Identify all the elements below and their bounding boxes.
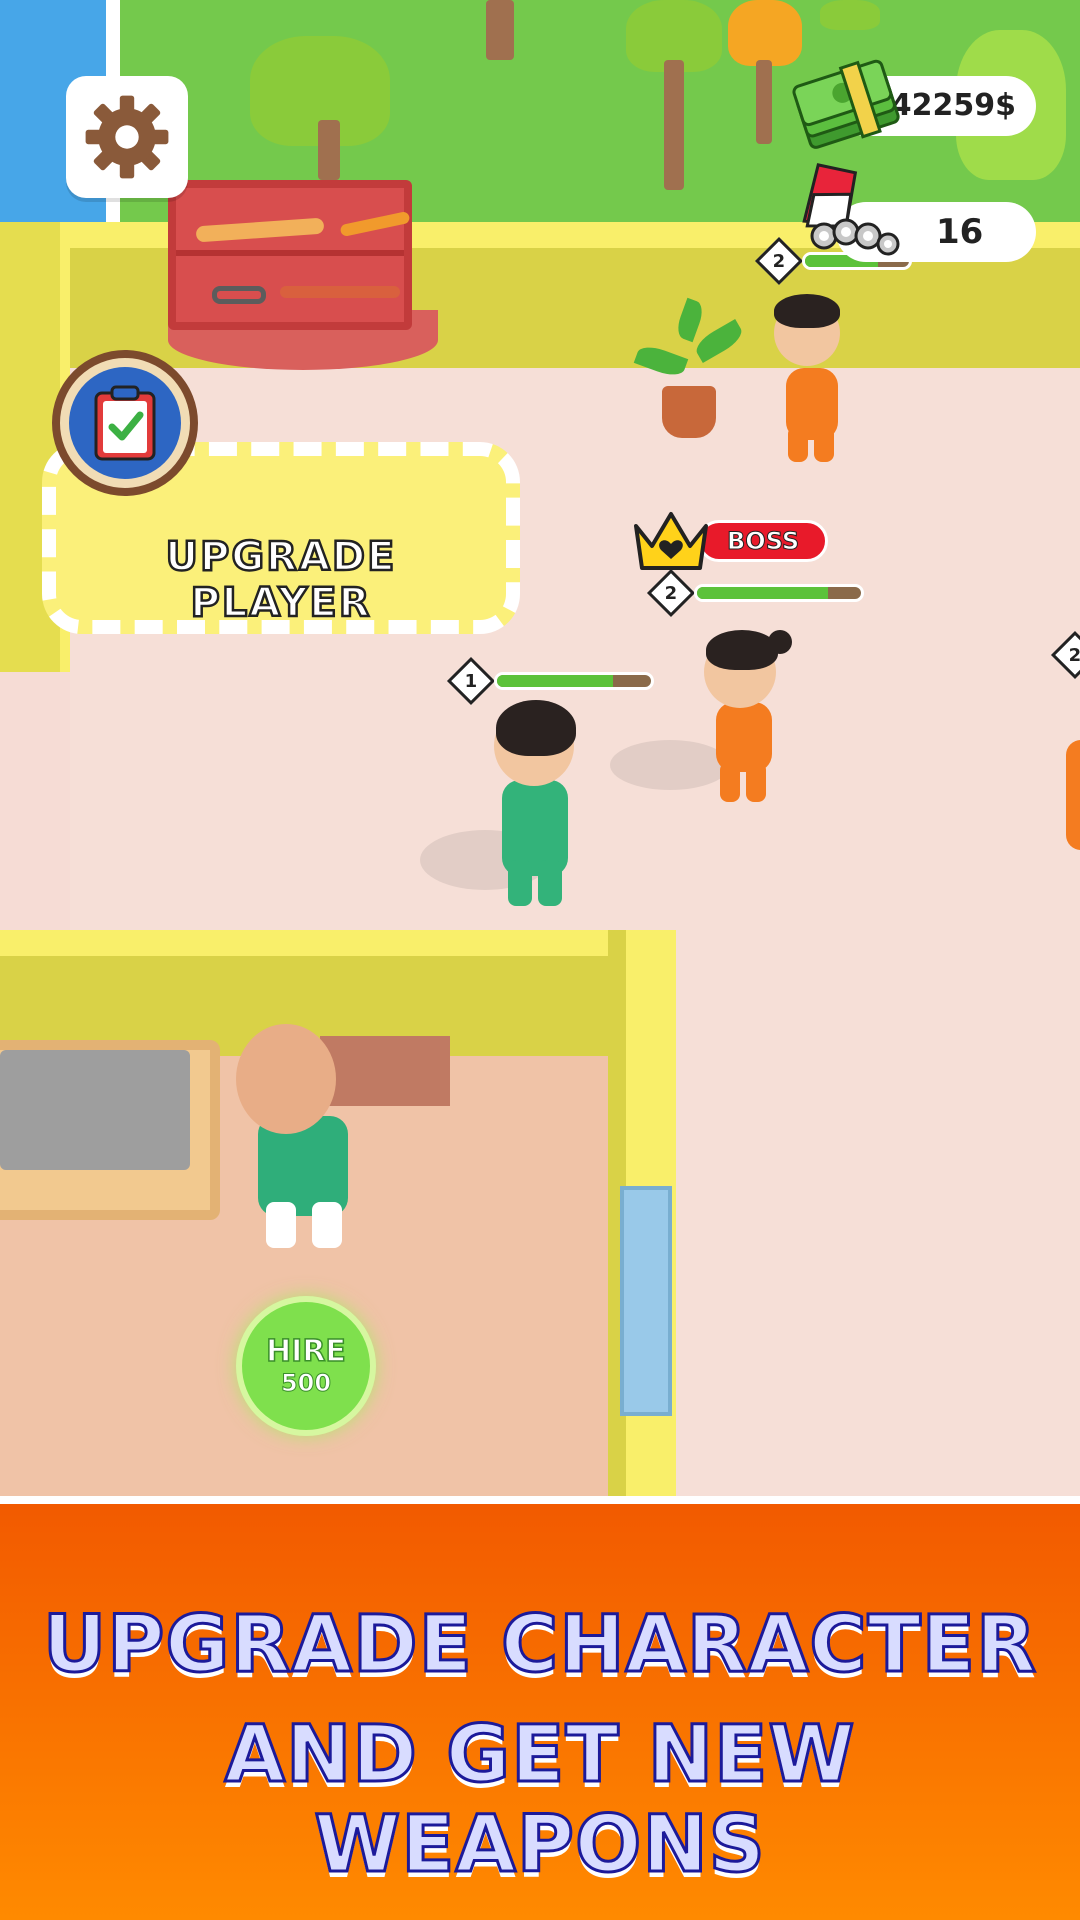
player-character[interactable] <box>480 700 600 910</box>
potted-plant <box>662 386 716 438</box>
tree <box>820 0 880 30</box>
tasks-button-inner <box>69 367 181 479</box>
weapon-rack[interactable] <box>168 180 412 330</box>
player-health-bar: 1 <box>446 656 654 706</box>
tree-trunk <box>664 60 684 190</box>
prisoner-offscreen[interactable] <box>1066 720 1080 890</box>
upgrade-player-line1: UPGRADE <box>164 533 397 582</box>
cash-stack-icon <box>792 59 900 149</box>
hire-price: 500 <box>280 1369 332 1398</box>
brass-knuckles-icon <box>802 163 900 256</box>
boss-label: BOSS <box>726 527 800 556</box>
hired-guard[interactable] <box>220 1020 380 1260</box>
upgrade-player-label: UPGRADE PLAYER <box>56 533 506 628</box>
room-wall <box>0 930 640 956</box>
tree-trunk <box>318 120 340 180</box>
upgrade-player-line2: PLAYER <box>189 579 372 628</box>
health-fill <box>697 587 829 599</box>
hire-button[interactable]: HIRE 500 <box>236 1296 376 1436</box>
banner-line-2: AND GET NEW WEAPONS <box>223 1709 856 1892</box>
knife <box>280 286 400 298</box>
boss-health-bar: 2 <box>646 568 864 618</box>
brass-knuckles <box>212 286 266 304</box>
clipboard-check-icon <box>94 385 156 461</box>
tree-trunk <box>486 0 514 60</box>
banner-line-1: UPGRADE CHARACTER <box>41 1599 1038 1692</box>
prisoner[interactable] <box>760 290 870 470</box>
health-fill <box>497 675 613 687</box>
door[interactable] <box>620 1186 672 1416</box>
boss-label-pill: BOSS <box>698 520 829 562</box>
game-scene[interactable]: UPGRADE PLAYER 2 2 1 2 BOSS HIRE 500 422… <box>0 0 1080 1496</box>
tree <box>728 0 802 66</box>
crown-icon <box>634 512 708 570</box>
promo-banner: UPGRADE CHARACTER AND GET NEW WEAPONS <box>0 1496 1080 1920</box>
gear-icon <box>85 95 169 179</box>
settings-button[interactable] <box>66 76 188 198</box>
hire-title: HIRE <box>265 1334 346 1370</box>
tree-trunk <box>756 60 772 144</box>
boss-tag: BOSS <box>630 500 829 582</box>
money-value: 42259$ <box>890 88 1016 123</box>
boss-prisoner[interactable] <box>690 626 810 806</box>
tasks-button[interactable] <box>52 350 198 496</box>
knuckles-value: 16 <box>936 212 984 252</box>
bed-mattress <box>0 1050 190 1170</box>
health-bar-offscreen: 2 <box>1050 630 1080 680</box>
